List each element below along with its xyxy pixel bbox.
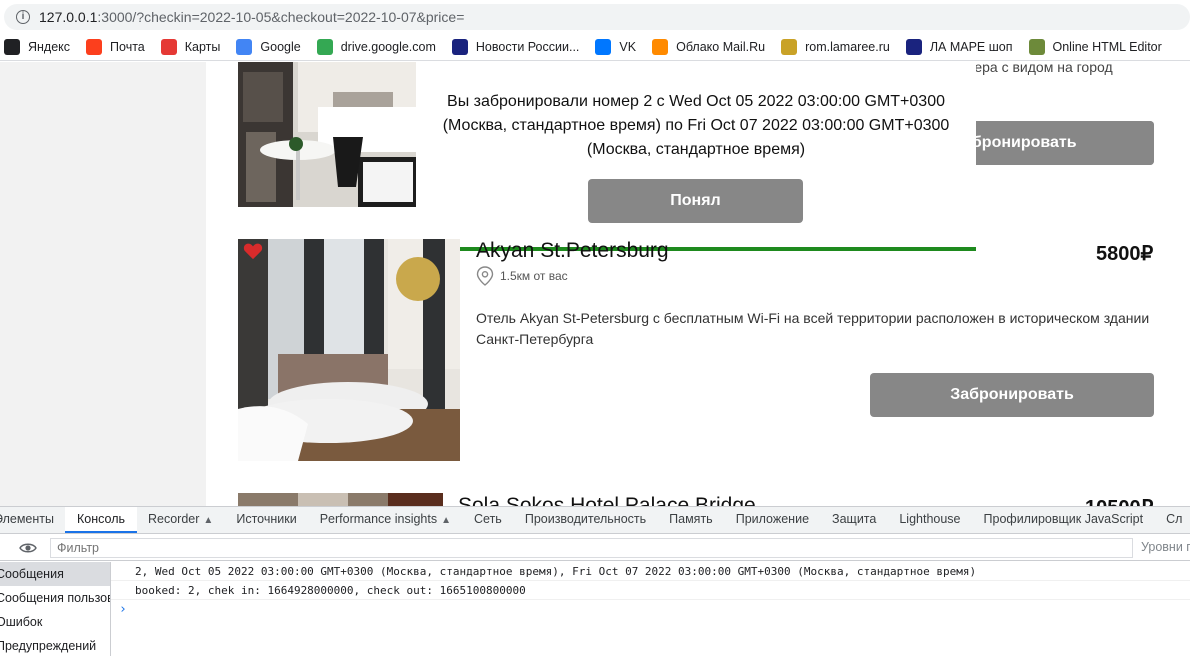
eye-icon[interactable] [19,542,37,554]
devtools-tab[interactable]: Lighthouse [888,507,972,533]
bookmark-item[interactable]: Новости России... [451,39,580,55]
log-levels-dropdown[interactable]: Уровни п [1141,540,1190,554]
console-log-line: booked: 2, chek in: 1664928000000, check… [111,581,1190,600]
book-button-akyan[interactable]: Забронировать [870,373,1154,417]
devtools-tab-label: Память [669,512,713,526]
lamaree-icon [781,39,798,55]
bookmark-label: ЛА МАРЕ шоп [929,40,1013,54]
favorite-heart-icon[interactable] [243,242,263,260]
hotel-price-sokos: 10500₽ [1085,495,1153,506]
console-sidebar: СообщенияСообщения пользователейОшибокПр… [0,562,111,656]
address-bar-container: i 127.0.0.1:3000/?checkin=2022-10-05&che… [0,0,1190,34]
maps-pin-icon [160,39,177,55]
distance-text: 1.5км от вас [500,269,568,283]
bookmark-label: Новости России... [475,40,580,54]
bookmark-label: drive.google.com [340,40,436,54]
code-icon [1028,39,1045,55]
info-icon[interactable]: i [16,10,30,24]
news-icon [451,39,468,55]
bookmark-label: Почта [110,40,145,54]
hotel-image-sokos[interactable] [238,493,443,506]
devtools-tab[interactable]: Сеть [463,507,514,533]
console-log-line: 2, Wed Oct 05 2022 03:00:00 GMT+0300 (Мо… [111,562,1190,581]
bookmark-label: Яндекс [28,40,71,54]
bookmark-item[interactable]: Яндекс [4,39,70,55]
devtools-tab-label: Профилировщик JavaScript [983,512,1144,526]
mail-icon [86,39,103,55]
experiment-flask-icon: ▲ [441,515,452,526]
devtools-tab[interactable]: Производительность [513,507,657,533]
url-text[interactable]: 127.0.0.1:3000/?checkin=2022-10-05&check… [39,9,464,25]
ok-button[interactable]: Понял [588,179,803,223]
hotel-image-akyan[interactable] [238,239,460,461]
google-icon [236,39,253,55]
devtools-tab-label: Производительность [524,512,647,526]
devtools-tab-bar: ЭлементыКонсольRecorder▲ИсточникиPerform… [0,507,1190,534]
bookmark-item[interactable]: ЛА МАРЕ шоп [905,39,1013,55]
console-sidebar-item[interactable]: Предупреждений [0,634,110,656]
distance-info: 1.5км от вас [476,266,568,286]
devtools-tab-label: Lighthouse [899,512,961,526]
bookmark-item[interactable]: VK [595,39,636,55]
devtools-panel: ЭлементыКонсольRecorder▲ИсточникиPerform… [0,506,1190,656]
console-sidebar-item[interactable]: Сообщения [0,562,110,586]
bookmark-label: Карты [184,40,221,54]
bookmark-item[interactable]: Карты [160,39,221,55]
devtools-tab-label: Сеть [474,512,502,526]
book-button-top-visible-part[interactable]: Забронировать [953,121,1154,165]
console-toolbar: Уровни п [0,535,1190,561]
page-viewport: Комфортный отель в самом сердце Санкт-Пе… [0,62,1190,506]
devtools-tab[interactable]: Performance insights ▲ [308,507,462,533]
devtools-tab-label: Элементы [0,512,54,526]
hotel-price-akyan: 5800₽ [1096,243,1154,265]
bookmark-label: Облако Mail.Ru [676,40,766,54]
lamare-shop-icon [905,39,922,55]
devtools-tab-label: Защита [832,512,877,526]
devtools-tab-label: Источники [236,512,297,526]
bookmark-item[interactable]: drive.google.com [316,39,436,55]
devtools-tab[interactable]: Профилировщик JavaScript [972,507,1155,533]
devtools-tab[interactable]: Источники [225,507,308,533]
devtools-tab-label: Сл [1166,512,1183,526]
address-bar[interactable]: i 127.0.0.1:3000/?checkin=2022-10-05&che… [4,4,1190,30]
devtools-tab-label: Консоль [76,512,125,526]
devtools-tab-label: Приложение [735,512,810,526]
bookmark-item[interactable]: Почта [86,39,145,55]
yandex-icon [4,39,20,55]
vk-icon [595,39,612,55]
bookmark-item[interactable]: Online HTML Editor [1028,39,1162,55]
cloud-icon [652,39,669,55]
devtools-tab[interactable]: Recorder ▲ [137,507,225,533]
devtools-tab[interactable]: Защита [821,507,888,533]
experiment-flask-icon: ▲ [203,515,214,526]
drive-icon [316,39,333,55]
devtools-tab[interactable]: Элементы [0,507,65,533]
devtools-tab[interactable]: Память [658,507,725,533]
location-pin-icon [476,266,494,286]
bookmark-label: rom.lamaree.ru [805,40,890,54]
hotel-name-akyan[interactable]: Akyan St.Petersburg [476,239,669,263]
console-prompt[interactable]: › [111,600,1190,620]
booking-confirmation-message: Вы забронировали номер 2 с Wed Oct 05 20… [442,93,950,158]
bookmark-item[interactable]: Google [236,39,301,55]
bookmark-label: Online HTML Editor [1052,40,1162,54]
left-background [0,62,206,506]
bookmarks-bar: Яндекс Почта Карты Google drive.google.com Но… [0,34,1190,61]
devtools-tab[interactable]: Приложение [724,507,820,533]
devtools-tab[interactable]: Консоль [65,507,137,533]
devtools-tab-label: Performance insights [319,512,438,526]
console-output: 2, Wed Oct 05 2022 03:00:00 GMT+0300 (Мо… [111,562,1190,656]
hotel-name-sokos[interactable]: Sola Sokos Hotel Palace Bridge [458,494,756,506]
bookmark-label: Google [260,40,301,54]
hotel-description-akyan: Отель Akyan St-Petersburg с бесплатным W… [476,310,1150,347]
console-filter-input[interactable] [50,538,1133,558]
devtools-tab-label: Recorder [148,512,200,526]
console-sidebar-item[interactable]: Сообщения пользователей [0,586,110,610]
console-sidebar-item[interactable]: Ошибок [0,610,110,634]
bookmark-label: VK [619,40,637,54]
bookmark-item[interactable]: rom.lamaree.ru [781,39,890,55]
devtools-tab[interactable]: Сл [1155,507,1190,533]
bookmark-item[interactable]: Облако Mail.Ru [652,39,765,55]
